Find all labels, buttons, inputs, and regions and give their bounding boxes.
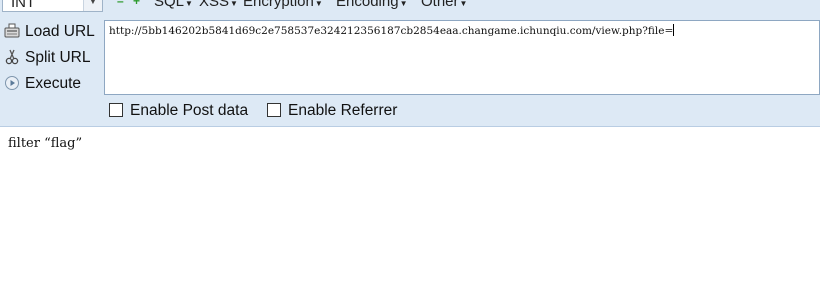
- hackbar-panel: INT ▼ – + SQL▼ XSS▼ Encryption▼ Encoding…: [0, 0, 820, 127]
- menu-other-label: Other: [421, 0, 459, 10]
- minus-icon[interactable]: –: [117, 0, 124, 8]
- play-icon: [5, 75, 19, 90]
- caret-down-icon: ▼: [314, 0, 323, 8]
- execute-label: Execute: [25, 75, 82, 92]
- referrer-label: Enable Referrer: [288, 102, 398, 119]
- enable-referrer-option[interactable]: Enable Referrer: [267, 101, 397, 121]
- caret-down-icon: ▼: [399, 0, 408, 8]
- split-url-label: Split URL: [25, 49, 91, 66]
- menu-encoding[interactable]: Encoding▼: [336, 0, 407, 12]
- page-content-text: filter “flag”: [8, 136, 83, 151]
- hackbar-toolbar: INT ▼ – + SQL▼ XSS▼ Encryption▼ Encoding…: [0, 0, 820, 14]
- plus-icon[interactable]: +: [133, 0, 140, 8]
- caret-down-icon: ▼: [459, 0, 468, 8]
- post-data-label: Enable Post data: [130, 102, 249, 119]
- execute-button[interactable]: Execute: [4, 73, 81, 95]
- menu-encryption-label: Encryption: [243, 0, 314, 10]
- post-data-checkbox[interactable]: [109, 103, 123, 117]
- url-input-value: http://5bb146202b5841d69c2e758537e324212…: [109, 25, 674, 37]
- referrer-checkbox[interactable]: [267, 103, 281, 117]
- url-input[interactable]: http://5bb146202b5841d69c2e758537e324212…: [104, 20, 820, 95]
- load-url-label: Load URL: [25, 23, 95, 40]
- menu-encryption[interactable]: Encryption▼: [243, 0, 323, 12]
- text-cursor: [673, 24, 675, 36]
- type-select[interactable]: INT ▼: [2, 0, 103, 12]
- caret-down-icon: ▼: [230, 0, 238, 8]
- load-url-button[interactable]: Load URL: [4, 21, 95, 43]
- menu-other[interactable]: Other▼: [421, 0, 467, 12]
- type-select-value: INT: [11, 0, 36, 11]
- split-url-button[interactable]: Split URL: [4, 47, 90, 69]
- menu-sql[interactable]: SQL▼: [154, 0, 193, 12]
- menu-encoding-label: Encoding: [336, 0, 399, 10]
- chevron-down-icon[interactable]: ▼: [83, 0, 102, 11]
- menu-sql-label: SQL: [154, 0, 185, 10]
- menu-xss[interactable]: XSS▼: [199, 0, 238, 12]
- caret-down-icon: ▼: [185, 0, 193, 8]
- menu-xss-label: XSS: [199, 0, 230, 10]
- enable-post-data-option[interactable]: Enable Post data: [109, 101, 248, 121]
- scissors-icon: [5, 49, 19, 65]
- load-url-icon: [4, 23, 20, 38]
